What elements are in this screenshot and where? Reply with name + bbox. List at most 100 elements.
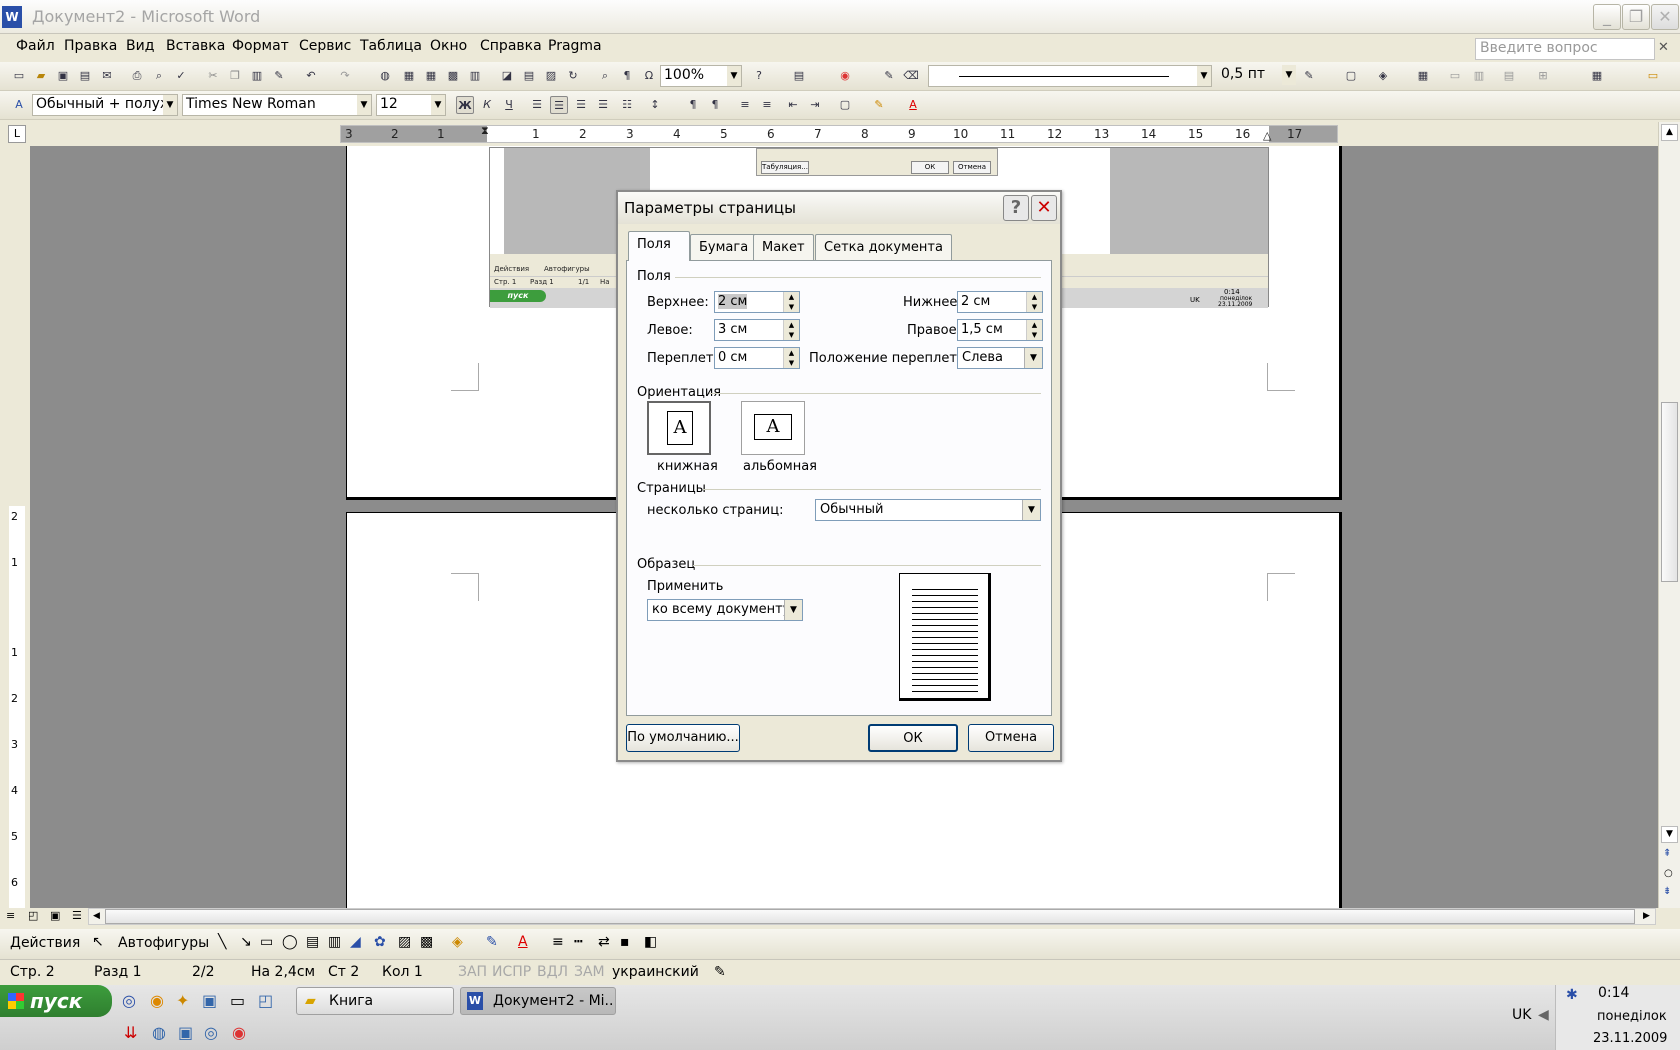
outline-view-icon[interactable]: ☰ (72, 909, 82, 922)
distributed-icon[interactable]: ☷ (618, 96, 636, 114)
portrait-option[interactable]: A (647, 401, 711, 455)
insert-table-icon[interactable]: ▦ (1414, 67, 1432, 85)
line-weight-select[interactable]: 0,5 пт ▼ (1218, 65, 1296, 87)
bluetooth-icon[interactable]: ✱ (1566, 987, 1578, 1003)
font-color-icon[interactable]: A (518, 934, 528, 950)
spelling-icon[interactable]: ✓ (172, 67, 190, 85)
wordart-icon[interactable]: ◢ (350, 934, 361, 950)
right-margin-input[interactable]: 1,5 см ▲ ▼ (957, 319, 1043, 341)
line-icon[interactable]: ╲ (218, 934, 226, 950)
clipart-icon[interactable]: ▨ (398, 934, 411, 950)
task-document2[interactable]: W Документ2 - Mi... (460, 987, 616, 1015)
tab-paper[interactable]: Бумага (690, 234, 758, 260)
spin-icon[interactable]: ▲ ▼ (1026, 292, 1042, 312)
scroll-down-icon[interactable]: ▼ (1661, 826, 1678, 843)
open-icon[interactable]: ▰ (32, 67, 50, 85)
shadow-icon[interactable]: ▪ (620, 934, 630, 950)
quicklaunch-icon[interactable]: ⇊ (124, 1023, 137, 1042)
quicklaunch-icon[interactable]: ◉ (150, 991, 164, 1010)
spin-icon[interactable]: ▲ ▼ (783, 292, 799, 312)
style-select[interactable]: Обычный + полужи ▼ (32, 94, 178, 116)
browse-object-icon[interactable]: ○ (1664, 868, 1673, 879)
prev-page-icon[interactable]: ⇞ (1663, 848, 1671, 859)
format-painter-icon[interactable]: ✎ (270, 67, 288, 85)
increase-indent-icon[interactable]: ⇥ (806, 96, 824, 114)
scroll-right-icon[interactable]: ▶ (1639, 909, 1654, 924)
tab-document-grid[interactable]: Сетка документа (815, 234, 952, 260)
spin-icon[interactable]: ▲ ▼ (783, 320, 799, 340)
bottom-margin-input[interactable]: 2 см ▲ ▼ (957, 291, 1043, 313)
autoshapes-menu[interactable]: Автофигуры (118, 935, 209, 951)
quicklaunch-icon[interactable]: ◰ (258, 991, 273, 1010)
save-icon[interactable]: ▣ (54, 67, 72, 85)
vertical-scrollbar[interactable]: ▲ ▼ ⇞ ○ ⇟ (1658, 122, 1680, 908)
language-indicator[interactable]: UK (1512, 1007, 1531, 1023)
menu-tools[interactable]: Сервис (299, 38, 351, 54)
hscroll-thumb[interactable] (105, 909, 1635, 924)
oval-icon[interactable]: ◯ (282, 934, 298, 950)
gutter-position-select[interactable]: Слева ▼ (957, 347, 1043, 369)
task-kniga[interactable]: ▰ Книга (296, 987, 454, 1015)
other-icon[interactable]: ▭ (1644, 67, 1662, 85)
line-spacing-icon[interactable]: ↕ (646, 96, 664, 114)
cut-icon[interactable]: ✂ (204, 67, 222, 85)
quicklaunch-icon[interactable]: ◍ (152, 1023, 166, 1042)
insert-excel-icon[interactable]: ▩ (444, 67, 462, 85)
menu-file[interactable]: Файл (16, 38, 55, 54)
justify-icon[interactable]: ☰ (594, 96, 612, 114)
tables-borders-icon[interactable]: ▦ (400, 67, 418, 85)
hyperlink-icon[interactable]: ◍ (376, 67, 394, 85)
menu-edit[interactable]: Правка (64, 38, 117, 54)
default-button[interactable]: По умолчанию... (626, 724, 740, 752)
horizontal-ruler[interactable]: 3 2 1 1 2 3 4 5 6 7 8 9 10 11 12 13 14 1… (340, 124, 1338, 143)
restore-button[interactable]: ❐ (1622, 4, 1650, 30)
find-icon[interactable]: ⌕ (596, 67, 614, 85)
status-track[interactable]: ИСПР (492, 964, 531, 980)
menu-format[interactable]: Формат (232, 38, 289, 54)
normal-view-icon[interactable]: ≡ (6, 909, 15, 922)
font-select[interactable]: Times New Roman ▼ (182, 94, 372, 116)
menu-view[interactable]: Вид (126, 38, 154, 54)
document-map-icon[interactable]: ▤ (520, 67, 538, 85)
distribute-rows-icon[interactable]: ⊞ (1534, 67, 1552, 85)
styles-icon[interactable]: A (10, 96, 28, 114)
close-button[interactable]: ✕ (1651, 4, 1679, 30)
indent-marker-icon[interactable]: ⧗ (481, 124, 489, 138)
quicklaunch-icon[interactable]: ✦ (176, 991, 189, 1010)
vertical-ruler[interactable]: 2 1 1 2 3 4 5 6 (6, 146, 28, 908)
email-icon[interactable]: ✉ (98, 67, 116, 85)
ltr-icon[interactable]: ¶ (684, 96, 702, 114)
underline-button[interactable]: Ч (500, 96, 518, 114)
research-icon[interactable]: ▤ (790, 67, 808, 85)
tray-expand-icon[interactable]: ◀ (1538, 1007, 1549, 1023)
insert-table-icon[interactable]: ▦ (422, 67, 440, 85)
border-color-icon[interactable]: ✎ (1300, 67, 1318, 85)
ask-question-input[interactable]: Введите вопрос (1475, 38, 1655, 60)
quicklaunch-icon[interactable]: ◎ (204, 1023, 218, 1042)
dash-style-icon[interactable]: ┅ (574, 934, 582, 950)
status-extend[interactable]: ВДЛ (537, 964, 568, 980)
insert-picture-icon[interactable]: ▨ (542, 67, 560, 85)
scroll-thumb[interactable] (1661, 402, 1678, 582)
print-preview-icon[interactable]: ⌕ (150, 67, 168, 85)
merge-cells-icon[interactable]: ▭ (1446, 67, 1464, 85)
apply-to-select[interactable]: ко всему документу ▼ (647, 599, 803, 621)
rtl-icon[interactable]: ¶ (706, 96, 724, 114)
horizontal-scrollbar[interactable]: ◀ ▶ (88, 908, 1656, 925)
line-style-icon[interactable]: ≡ (552, 934, 564, 950)
align-left-icon[interactable]: ☰ (528, 96, 546, 114)
help-button[interactable]: ? (1003, 195, 1029, 221)
arrow-icon[interactable]: ↘ (240, 934, 252, 950)
autoformat-icon[interactable]: ▦ (1588, 67, 1606, 85)
multiple-pages-select[interactable]: Обычный ▼ (815, 499, 1041, 521)
arrow-style-icon[interactable]: ⇄ (598, 934, 610, 950)
diagram-icon[interactable]: ✿ (374, 934, 386, 950)
align-center-icon[interactable]: ☰ (550, 96, 568, 114)
menu-close-icon[interactable]: ✕ (1658, 40, 1669, 55)
new-document-icon[interactable]: ▭ (10, 67, 28, 85)
start-button[interactable]: пуск (0, 985, 112, 1017)
top-margin-input[interactable]: 2 см ▲ ▼ (714, 291, 800, 313)
symbol-icon[interactable]: Ω (640, 67, 658, 85)
word-app-icon[interactable]: W (2, 6, 22, 28)
left-margin-input[interactable]: 3 см ▲ ▼ (714, 319, 800, 341)
